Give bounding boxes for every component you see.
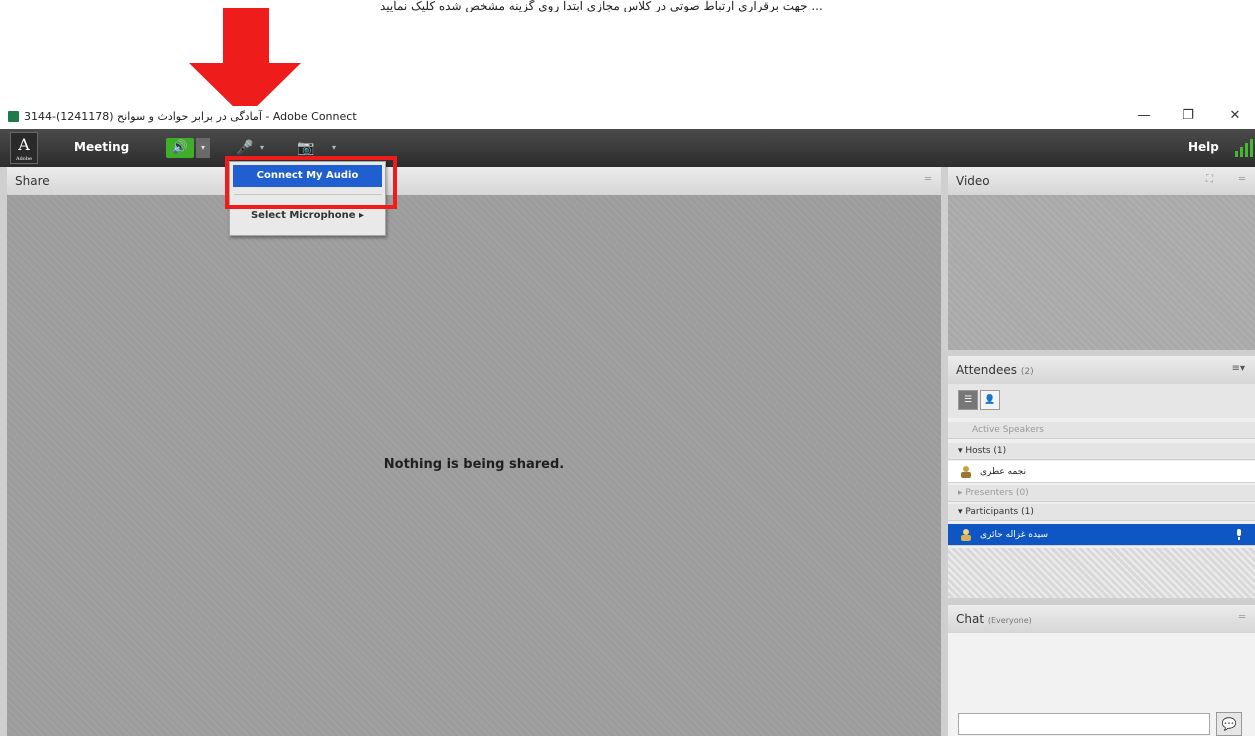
list-view-icon[interactable]: ☰ <box>958 390 978 410</box>
attendees-pod: ☰ 👤 Active Speakers ▾ Hosts (1) نجمه عطر… <box>948 384 1255 598</box>
fullscreen-icon[interactable]: ⛶ <box>1206 174 1213 185</box>
adobe-logo: A Adobe <box>10 132 38 164</box>
chat-pod-title: Chat <box>956 612 985 626</box>
participant-mic-icon <box>1237 529 1241 540</box>
participants-group-header[interactable]: ▾ Participants (1) <box>948 504 1255 521</box>
meeting-menu[interactable]: Meeting <box>74 140 129 154</box>
participant-name: سیده غزاله حائری <box>980 530 1048 540</box>
microphone-icon[interactable]: 🎤 <box>236 138 253 158</box>
video-pod <box>948 195 1255 350</box>
attendees-pod-header: Attendees (2) ≡▾ <box>948 356 1255 384</box>
menubar: A Adobe Meeting 🔊 ▾ 🎤 ▾ 📷 ▾ Help <box>0 129 1255 167</box>
speaker-icon[interactable]: 🔊 <box>166 138 194 158</box>
chat-message-input[interactable] <box>958 713 1210 735</box>
status-view-icon[interactable]: 👤 <box>980 390 1000 410</box>
connection-signal-icon <box>1235 139 1253 157</box>
attendees-count: (2) <box>1020 367 1034 377</box>
attendees-toolbar: ☰ 👤 <box>948 384 1255 418</box>
help-menu[interactable]: Help <box>1188 140 1219 154</box>
participant-attendee-row[interactable]: سیده غزاله حائری <box>948 524 1255 546</box>
red-highlight-box <box>225 156 397 209</box>
share-empty-message: Nothing is being shared. <box>383 457 565 472</box>
attendees-menu-icon[interactable]: ≡▾ <box>1232 363 1245 374</box>
attendees-pod-title: Attendees <box>956 363 1018 377</box>
red-arrow-annotation <box>189 8 301 118</box>
microphone-dropdown-icon[interactable]: ▾ <box>260 138 264 158</box>
participant-person-icon <box>961 529 971 541</box>
video-pod-title: Video <box>956 174 990 188</box>
video-pod-header: Video ⛶ ═ <box>948 167 1255 195</box>
chat-pod-header: Chat (Everyone) ═ <box>948 605 1255 633</box>
attendees-empty-area <box>948 548 1255 598</box>
host-attendee-row[interactable]: نجمه عطری <box>948 461 1255 483</box>
restore-button[interactable]: ❐ <box>1178 108 1198 123</box>
instruction-caption: ... ﻿جهت برقراری ارتباط صوتی در کلاس مجا… <box>380 0 823 12</box>
pod-menu-icon[interactable]: ═ <box>925 174 931 185</box>
pod-menu-icon[interactable]: ═ <box>1239 174 1245 185</box>
host-person-icon <box>961 466 971 478</box>
window-title: 3144-(1241178) آمادگی در برابر حوادث و س… <box>24 110 357 123</box>
camera-icon[interactable]: 📷 <box>297 138 315 158</box>
share-pod-title: Share <box>15 174 50 188</box>
app-icon <box>8 111 19 122</box>
minimize-button[interactable]: — <box>1134 108 1154 123</box>
close-button[interactable]: ✕ <box>1225 108 1245 123</box>
host-name: نجمه عطری <box>980 467 1026 477</box>
share-pod: Nothing is being shared. <box>7 195 941 736</box>
speaker-dropdown-icon[interactable]: ▾ <box>196 138 210 158</box>
window-titlebar: 3144-(1241178) آمادگی در برابر حوادث و س… <box>0 106 1255 129</box>
chat-send-icon[interactable]: 💬 <box>1216 712 1242 736</box>
hosts-group-header[interactable]: ▾ Hosts (1) <box>948 443 1255 460</box>
chat-scope: (Everyone) <box>987 616 1032 625</box>
camera-dropdown-icon[interactable]: ▾ <box>332 138 336 158</box>
pod-menu-icon[interactable]: ═ <box>1239 612 1245 623</box>
active-speakers-row: Active Speakers <box>948 422 1255 439</box>
presenters-group-header[interactable]: ▸ Presenters (0) <box>948 485 1255 502</box>
share-pod-header: Share ═ <box>7 167 941 195</box>
